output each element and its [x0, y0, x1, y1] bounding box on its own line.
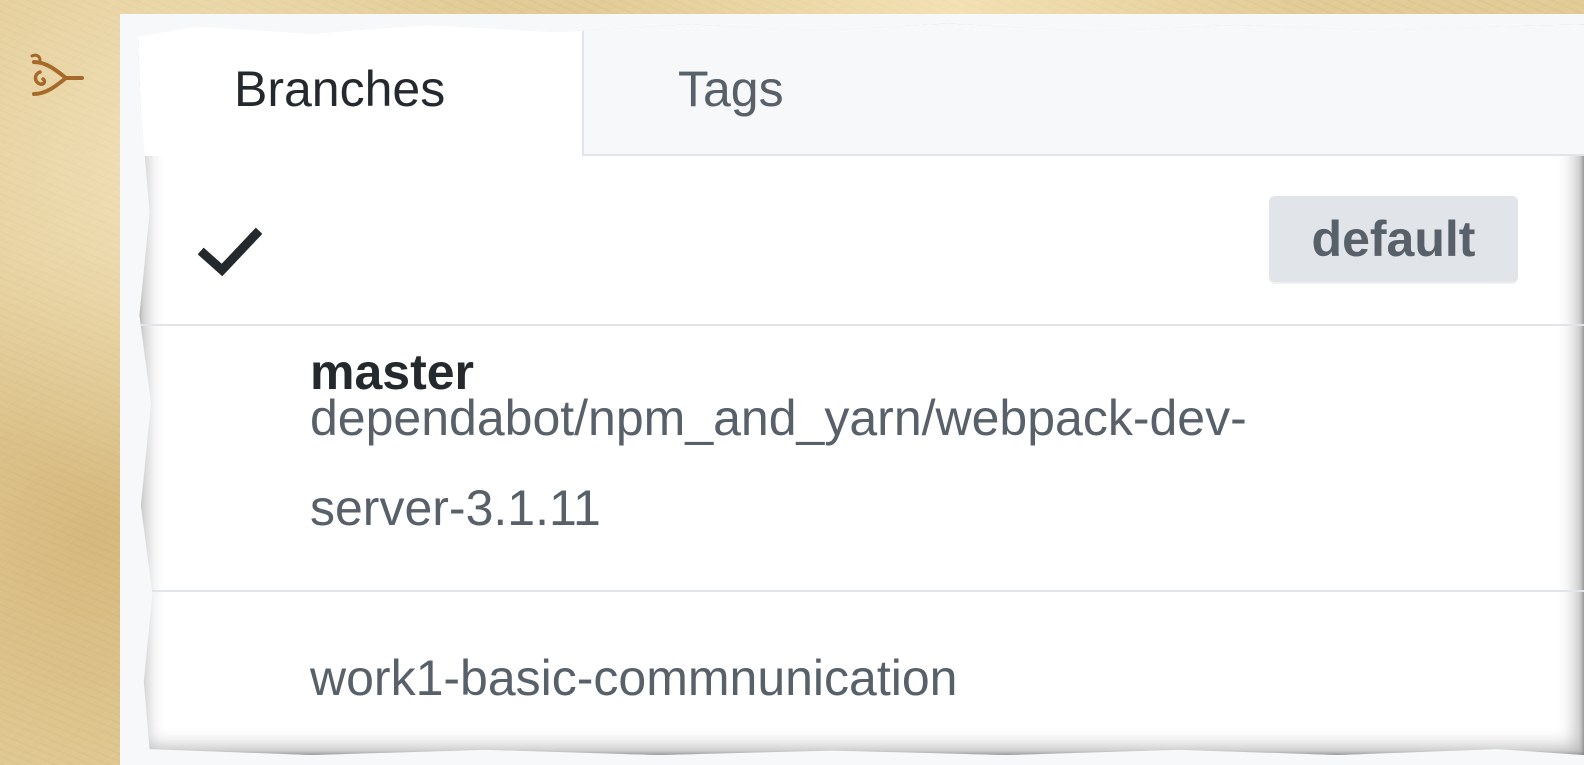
branch-name: work1-basic-commnunication	[310, 650, 958, 706]
default-badge: default	[1269, 196, 1518, 282]
branch-item-dependabot[interactable]: dependabot/npm_and_yarn/webpack-dev- ser…	[138, 326, 1584, 592]
branch-item-work1[interactable]: work1-basic-commnunication	[138, 592, 1584, 755]
branch-name-line-1: dependabot/npm_and_yarn/webpack-dev-	[310, 390, 1247, 446]
tab-bar: Branches Tags	[138, 23, 1584, 156]
scroll-ornament-icon	[30, 53, 84, 96]
check-icon	[198, 227, 262, 277]
tab-branches[interactable]: Branches	[138, 23, 584, 156]
branch-select-menu: Branches Tags master default dependabot/…	[138, 23, 1584, 755]
branch-name-line-2: server-3.1.11	[310, 480, 601, 536]
tab-tags[interactable]: Tags	[678, 58, 784, 120]
